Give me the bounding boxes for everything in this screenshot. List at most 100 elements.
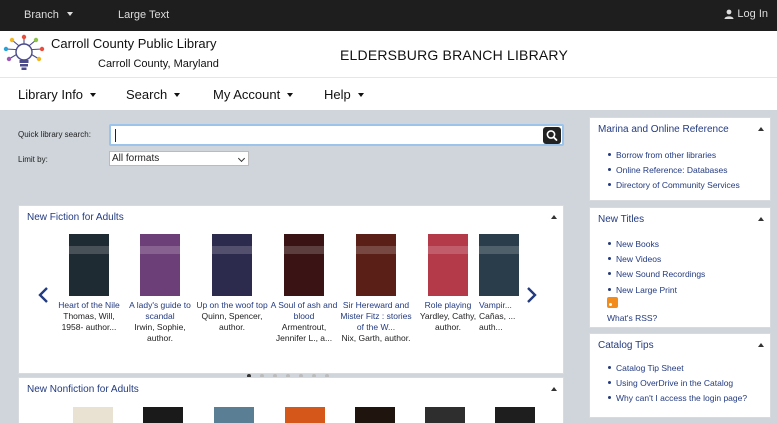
book-item[interactable]: Up on the woof top Quinn, Spencer, author… [195,234,269,333]
format-select[interactable]: All formats [109,151,249,166]
chevron-down-icon [237,154,246,163]
book-item[interactable]: Vampir... Cañas, ... auth... [479,234,521,333]
book-cover[interactable] [428,234,468,296]
caret-down-icon [66,12,73,16]
book-title[interactable]: Sir Hereward and Mister Fitz : stories o… [339,300,413,333]
branch-title: ELDERSBURG BRANCH LIBRARY [340,47,569,63]
sidebar-new-titles-box: New Titles New Books New Videos New Soun… [589,207,771,328]
sidebar-catalog-tips-box: Catalog Tips Catalog Tip Sheet Using Ove… [589,333,771,418]
caret-down-icon [357,93,364,97]
book-cover[interactable] [285,407,325,423]
top-bar: Branch Large Text Log In [0,0,777,31]
book-author: Yardley, Cathy, author. [419,311,477,332]
cover-decoration [140,246,180,254]
nav-help-label: Help [324,87,351,102]
caret-down-icon [287,93,294,97]
sidebar-reference-title[interactable]: Marina and Online Reference [598,124,729,135]
search-button[interactable] [543,127,561,144]
link-online-reference-databases[interactable]: Online Reference: Databases [608,165,728,175]
chevron-left-icon [38,287,48,303]
cover-decoration [479,246,519,254]
chevron-right-icon [527,287,537,303]
link-new-videos[interactable]: New Videos [607,254,661,264]
cover-decoration [284,246,324,254]
link-using-overdrive[interactable]: Using OverDrive in the Catalog [607,378,733,388]
whats-rss-link[interactable]: What's RSS? [607,313,657,323]
collapse-caret-icon[interactable] [758,343,764,347]
collapse-caret-icon[interactable] [758,127,764,131]
caret-down-icon [90,93,97,97]
book-cover[interactable] [479,234,519,296]
link-community-services[interactable]: Directory of Community Services [608,180,740,190]
cover-decoration [428,246,468,254]
book-title[interactable]: A Soul of ash and blood [267,300,341,322]
book-cover[interactable] [356,234,396,296]
user-icon [724,9,734,19]
site-header: Carroll County Public Library Carroll Co… [0,31,777,77]
quick-search-label: Quick library search: [18,130,91,139]
format-selected-value: All formats [112,153,160,164]
link-new-books[interactable]: New Books [608,239,659,249]
large-text-link[interactable]: Large Text [118,9,169,21]
book-title[interactable]: Role playing [411,300,485,311]
text-cursor [115,129,116,142]
cover-decoration [212,246,252,254]
nav-search[interactable]: Search [126,87,181,102]
library-name[interactable]: Carroll County Public Library [51,36,216,51]
book-item[interactable]: A lady's guide to scandal Irwin, Sophie, … [123,234,197,344]
book-item[interactable]: A Soul of ash and blood Armentrout, Jenni… [267,234,341,344]
new-nonfiction-panel: New Nonfiction for Adults [18,377,564,423]
search-icon [546,130,558,141]
branch-dropdown[interactable]: Branch [24,9,73,21]
new-fiction-title[interactable]: New Fiction for Adults [27,212,124,223]
book-author: Armentrout, Jennifer L., a... [275,322,333,343]
link-login-help[interactable]: Why can't I access the login page? [607,393,747,403]
library-lightbulb-logo[interactable] [2,33,48,75]
link-new-large-print[interactable]: New Large Print [608,285,677,295]
book-cover[interactable] [143,407,183,423]
link-borrow-other-libraries[interactable]: Borrow from other libraries [607,150,716,160]
book-cover[interactable] [425,407,465,423]
new-fiction-panel: New Fiction for Adults Heart of the Nile… [18,205,564,378]
carousel-next-button[interactable] [524,286,538,304]
sidebar-new-titles-title[interactable]: New Titles [598,214,644,225]
book-cover[interactable] [355,407,395,423]
book-cover[interactable] [495,407,535,423]
book-cover[interactable] [69,234,109,296]
book-cover[interactable] [284,234,324,296]
library-county: Carroll County, Maryland [98,58,219,70]
link-catalog-tip-sheet[interactable]: Catalog Tip Sheet [608,363,684,373]
sidebar-catalog-tips-title[interactable]: Catalog Tips [598,340,654,351]
nav-help[interactable]: Help [324,87,364,102]
branch-label: Branch [24,9,59,21]
book-cover[interactable] [212,234,252,296]
link-new-sound-recordings[interactable]: New Sound Recordings [607,269,705,279]
rss-icon[interactable] [607,297,618,308]
book-cover[interactable] [140,234,180,296]
nav-search-label: Search [126,87,168,102]
book-title[interactable]: Vampir... [479,300,521,311]
collapse-caret-icon[interactable] [758,217,764,221]
sidebar-reference-box: Marina and Online Reference Borrow from … [589,117,771,201]
book-item[interactable]: Sir Hereward and Mister Fitz : stories o… [339,234,413,344]
collapse-caret-icon[interactable] [551,215,557,219]
book-title[interactable]: A lady's guide to scandal [123,300,197,322]
carousel-prev-button[interactable] [37,286,51,304]
caret-down-icon [174,93,181,97]
quick-search-input[interactable] [109,124,564,146]
nav-my-account[interactable]: My Account [213,87,294,102]
book-title[interactable]: Up on the woof top [195,300,269,311]
book-cover[interactable] [214,407,254,423]
new-nonfiction-title[interactable]: New Nonfiction for Adults [27,384,139,395]
book-cover[interactable] [73,407,113,423]
login-label: Log In [737,8,768,20]
book-title[interactable]: Heart of the Nile [52,300,126,311]
limit-by-label: Limit by: [18,155,48,164]
book-item[interactable]: Role playing Yardley, Cathy, author. [411,234,485,333]
collapse-caret-icon[interactable] [551,387,557,391]
cover-decoration [356,246,396,254]
book-author: Thomas, Will, 1958- author... [61,311,117,332]
book-item[interactable]: Heart of the Nile Thomas, Will, 1958- aut… [52,234,126,333]
nav-library-info[interactable]: Library Info [18,87,97,102]
login-link[interactable]: Log In [724,8,768,20]
